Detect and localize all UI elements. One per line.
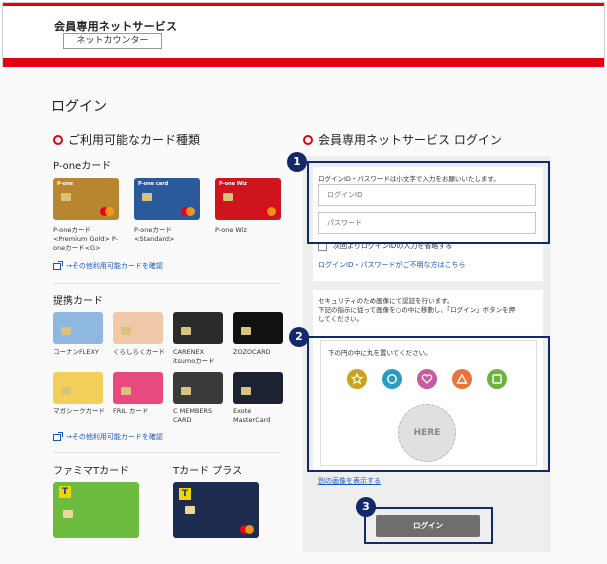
external-link-icon bbox=[53, 431, 63, 441]
chip-icon bbox=[61, 193, 71, 201]
net-counter-badge[interactable]: ネットカウンター bbox=[63, 33, 162, 49]
available-cards-heading: ご利用可能なカード種類 bbox=[53, 131, 200, 148]
divider bbox=[53, 283, 281, 284]
card-caption: C MEMBERS CARD bbox=[173, 407, 213, 424]
header-top-line bbox=[3, 3, 604, 6]
card-pone-standard: P-one card bbox=[134, 178, 200, 220]
ring-icon bbox=[53, 134, 63, 145]
card-caption: P-oneカード <Standard> bbox=[134, 226, 175, 243]
card-caption: マガシークカード bbox=[53, 407, 105, 415]
mastercard-icon bbox=[240, 525, 254, 534]
card-caption: ZOZOCARD bbox=[233, 348, 271, 356]
chip-icon bbox=[185, 506, 195, 514]
chip-icon bbox=[241, 327, 251, 335]
chip-icon bbox=[121, 327, 131, 335]
chip-icon bbox=[61, 327, 71, 335]
forgot-credentials-link[interactable]: ログインID・パスワードがご不明な方はこちら bbox=[318, 260, 465, 270]
card-caption: コーナンFLEXY bbox=[53, 348, 99, 356]
card-pone-premium: P-one bbox=[53, 178, 119, 220]
chip-icon bbox=[181, 327, 191, 335]
t-logo-icon: T bbox=[179, 488, 191, 500]
t-logo-icon: T bbox=[59, 486, 71, 498]
card-pone-wiz: P-one Wiz bbox=[215, 178, 281, 220]
login-section-heading-text: 会員専用ネットサービス ログイン bbox=[318, 133, 502, 147]
chip-icon bbox=[63, 510, 73, 518]
divider bbox=[53, 452, 281, 453]
card-t-plus: T bbox=[173, 482, 259, 538]
card-c-members bbox=[173, 372, 223, 404]
card-exote bbox=[233, 372, 283, 404]
chip-icon bbox=[223, 193, 233, 201]
mastercard-icon bbox=[262, 207, 276, 216]
card-brand-text: P-one Wiz bbox=[219, 181, 247, 187]
site-title: 会員専用ネットサービス bbox=[54, 20, 178, 33]
card-caption: CARENEX itsumoカード bbox=[173, 348, 215, 365]
card-kurashiraku bbox=[113, 312, 163, 344]
chip-icon bbox=[181, 387, 191, 395]
card-fril bbox=[113, 372, 163, 404]
external-link-icon bbox=[53, 260, 63, 270]
mastercard-icon bbox=[100, 207, 114, 216]
tplus-group-title: Tカード プラス bbox=[173, 466, 243, 477]
login-section-heading: 会員専用ネットサービス ログイン bbox=[303, 131, 502, 148]
card-caption: P-one Wiz bbox=[215, 226, 247, 234]
annotation-box-2 bbox=[307, 336, 550, 472]
chip-icon bbox=[121, 387, 131, 395]
link-text: →その他利用可能カードを確認 bbox=[66, 433, 163, 441]
ring-icon bbox=[303, 134, 313, 145]
chip-icon bbox=[61, 387, 71, 395]
card-magaseek bbox=[53, 372, 103, 404]
partner-more-cards-link[interactable]: →その他利用可能カードを確認 bbox=[53, 431, 163, 442]
chip-icon bbox=[142, 193, 152, 201]
pone-group-title: P-oneカード bbox=[53, 161, 112, 172]
mastercard-icon bbox=[181, 207, 195, 216]
show-another-image-link[interactable]: 別の画像を表示する bbox=[318, 476, 381, 486]
card-konan-flexy bbox=[53, 312, 103, 344]
annotation-number-1: 1 bbox=[287, 152, 307, 172]
card-caption: P-oneカード <Premium Gold> P- oneカード<G> bbox=[53, 226, 119, 252]
card-caption: FRIL カード bbox=[113, 407, 149, 415]
security-instruction: セキュリティのため画像にて認証を行います。 下記の指示に従って画像を○の中に移動… bbox=[318, 297, 516, 323]
card-brand-text: P-one card bbox=[138, 181, 169, 187]
pone-more-cards-link[interactable]: →その他利用可能カードを確認 bbox=[53, 260, 163, 271]
famima-group-title: ファミマTカード bbox=[53, 466, 130, 477]
page-title: ログイン bbox=[51, 99, 107, 115]
available-cards-heading-text: ご利用可能なカード種類 bbox=[68, 133, 201, 147]
link-text: →その他利用可能カードを確認 bbox=[66, 262, 163, 270]
card-zozo bbox=[233, 312, 283, 344]
chip-icon bbox=[241, 387, 251, 395]
partner-group-title: 提携カード bbox=[53, 296, 103, 307]
annotation-number-3: 3 bbox=[356, 497, 376, 517]
card-caption: くらしらくカード bbox=[113, 348, 165, 356]
card-famima-t: T bbox=[53, 482, 139, 538]
card-caption: Exote MasterCard bbox=[233, 407, 271, 424]
annotation-box-1 bbox=[307, 161, 550, 244]
card-brand-text: P-one bbox=[57, 181, 74, 187]
card-carenex bbox=[173, 312, 223, 344]
annotation-box-3 bbox=[364, 507, 493, 544]
annotation-number-2: 2 bbox=[289, 327, 309, 347]
